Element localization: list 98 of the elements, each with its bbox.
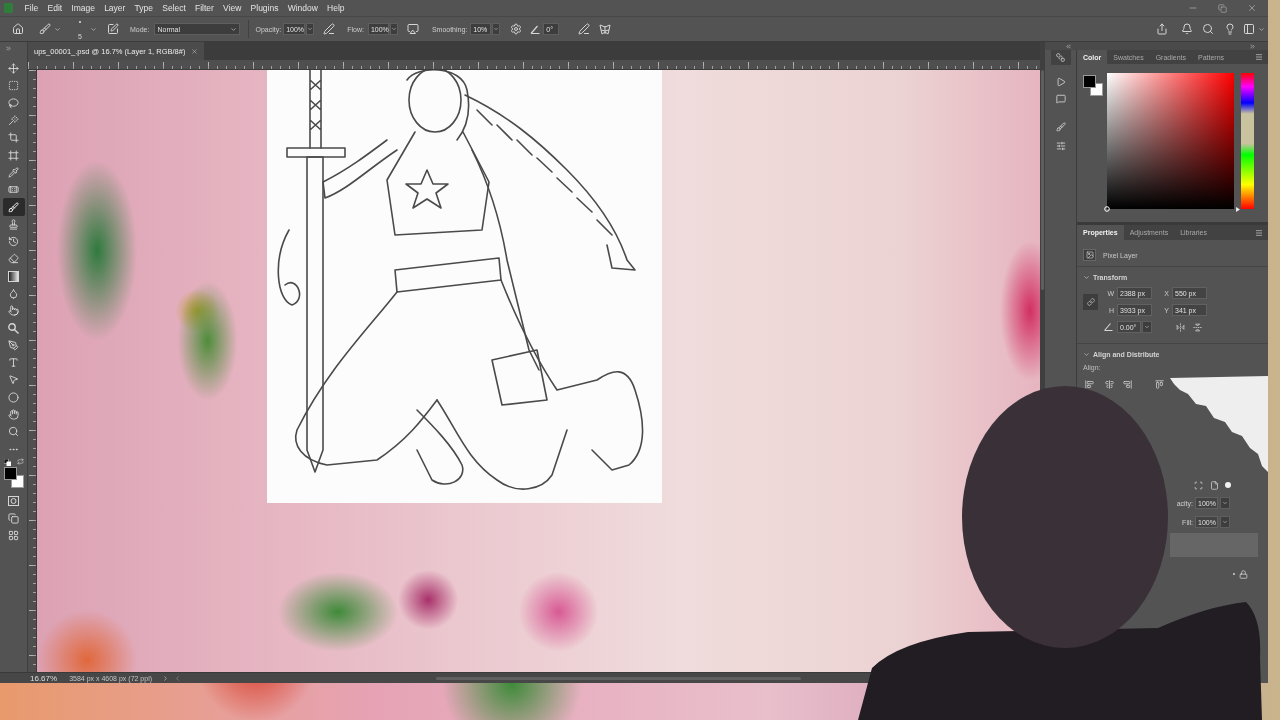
align-top-icon[interactable] [1155,379,1164,389]
wand-icon[interactable] [8,115,19,127]
bell-icon[interactable] [1181,23,1193,35]
zoom-icon[interactable] [8,426,19,438]
align-right-icon[interactable] [1123,379,1132,389]
menu-item[interactable]: Plugins [246,3,284,13]
stamp-icon[interactable] [8,218,19,230]
picker-ring-icon[interactable] [1104,206,1110,212]
pen-line-icon[interactable] [323,23,336,35]
masked-circle-icon[interactable] [8,496,19,507]
mirror-wings-icon[interactable] [599,23,612,35]
tool-button[interactable] [2,198,25,216]
color-swatches-icon[interactable] [3,466,24,488]
lollipop-icon[interactable] [8,322,19,334]
angle-icon [1104,323,1113,331]
share-icon[interactable] [1156,23,1168,35]
default-colors-icon[interactable] [3,458,11,466]
bandage-icon[interactable] [8,184,19,196]
pointing-hand-icon[interactable] [8,305,19,317]
overlapping-squares-icon[interactable] [8,512,19,524]
pen-line-icon[interactable] [578,23,591,35]
grid-icon[interactable] [8,529,19,541]
home-icon[interactable] [12,23,24,35]
eraser-icon[interactable] [8,253,19,265]
slider-marker-icon[interactable] [1236,206,1240,212]
menu-item[interactable]: Window [283,3,323,13]
eyedropper-icon[interactable] [8,166,19,178]
align-center-icon[interactable] [1105,379,1114,389]
airbrush-icon[interactable] [406,23,419,35]
comment-icon[interactable] [1055,94,1066,104]
caret-icon[interactable] [493,26,500,32]
crop-icon[interactable] [8,132,19,144]
layer-thumbnail-icon [1083,249,1096,261]
smoothing-dropdown[interactable] [492,23,501,35]
caret-icon[interactable] [1258,25,1265,33]
caret-icon[interactable] [1083,273,1090,281]
chevron-right-icon[interactable] [162,674,170,682]
history-icon[interactable] [8,236,19,248]
sliders-icon[interactable] [1055,141,1066,151]
lasso-icon[interactable] [8,97,19,109]
caret-icon [230,25,238,33]
flip-horizontal-icon[interactable] [1176,322,1185,332]
close-icon[interactable] [1247,3,1257,13]
restore-icon[interactable] [1218,3,1227,13]
caret-icon[interactable] [390,26,397,32]
expand-icon[interactable] [1249,42,1256,50]
toggle-dot-icon[interactable] [1225,482,1231,488]
caret-icon[interactable] [1083,350,1090,358]
play-icon[interactable] [1055,77,1066,87]
frame-icon[interactable] [8,149,19,161]
zoom-level: 16.67% [30,673,58,683]
lightbulb-icon[interactable] [1224,23,1236,35]
menu-item[interactable]: Edit [42,3,67,13]
search-icon[interactable] [1202,23,1214,35]
type-icon[interactable] [8,357,19,369]
align-left-icon[interactable] [1085,379,1094,389]
app-logo-icon [4,3,13,13]
lock-icon[interactable] [1239,569,1248,579]
menu-item[interactable]: Select [157,3,191,13]
opacity-dropdown[interactable] [306,23,315,35]
panel-menu-icon[interactable] [1255,53,1263,61]
brush-settings-icon[interactable] [107,23,119,35]
file-icon[interactable] [1210,480,1219,490]
menu-item[interactable]: Image [66,3,100,13]
move-icon[interactable] [8,63,19,75]
ellipse-icon[interactable] [8,391,19,403]
color-swatches-icon[interactable] [1083,75,1103,96]
stack-icon[interactable] [1050,50,1071,65]
corners-icon[interactable] [1194,480,1203,490]
caret-icon[interactable] [54,25,61,33]
menu-item[interactable]: Help [322,3,350,13]
hand-icon[interactable] [8,409,19,421]
flip-vertical-icon[interactable] [1193,322,1202,332]
close-icon[interactable] [191,47,199,55]
dashed-rectangle-icon[interactable] [8,80,19,92]
panel-menu-icon[interactable] [1255,228,1263,237]
menu-item[interactable]: View [218,3,246,13]
caret-icon[interactable] [307,26,314,32]
panel-layout-icon[interactable] [1243,23,1255,35]
brush-icon[interactable] [8,201,19,213]
gradient-icon[interactable] [8,270,19,282]
expand-icon[interactable] [5,45,12,52]
link-icon[interactable] [1083,293,1098,310]
menu-item[interactable]: File [20,3,43,13]
collapse-icon[interactable] [1065,42,1072,50]
menu-item[interactable]: Type [130,3,158,13]
pointer-arrow-icon[interactable] [8,374,19,386]
settings-icon[interactable] [510,23,523,35]
angle-icon [530,24,541,34]
flow-dropdown[interactable] [389,23,398,35]
droplet-icon[interactable] [8,288,19,299]
scrollbar-thumb[interactable] [1041,70,1044,290]
pen-icon[interactable] [8,339,19,351]
menu-item[interactable]: Filter [190,3,219,13]
caret-icon[interactable] [90,25,97,33]
color-field[interactable] [1107,73,1234,209]
menu-item[interactable]: Layer [99,3,130,13]
swap-colors-icon[interactable] [16,457,24,465]
